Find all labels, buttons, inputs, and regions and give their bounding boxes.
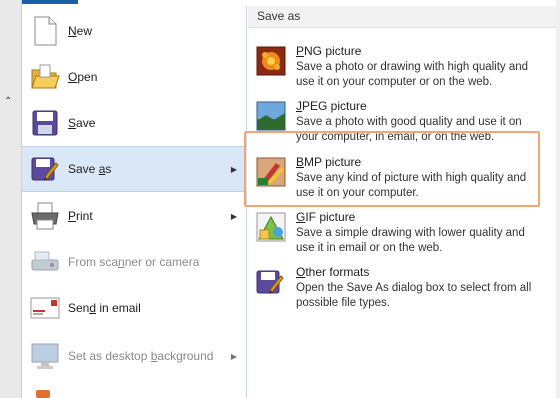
menu-item-label: Print	[68, 209, 93, 223]
option-other-formats[interactable]: Other formats Open the Save As dialog bo…	[248, 261, 556, 315]
option-title: Other formats	[296, 265, 370, 279]
option-title: PNG picture	[296, 44, 362, 58]
submenu-arrow-icon: ▶	[230, 164, 237, 174]
menu-item-save[interactable]: Save	[22, 100, 247, 146]
document-canvas-edge: ⌃	[0, 0, 22, 398]
menu-item-set-desktop-background: Set as desktop background ▶	[22, 333, 247, 379]
menu-item-label: Open	[68, 70, 98, 84]
save-disk-icon	[30, 108, 60, 138]
menu-item-label: Save	[68, 116, 96, 130]
option-bmp-picture[interactable]: BMP picture Save any kind of picture wit…	[248, 151, 556, 205]
option-description: Open the Save As dialog box to select fr…	[296, 282, 532, 309]
jpeg-picture-icon	[256, 101, 286, 131]
menu-item-save-as[interactable]: Save as ▶	[22, 146, 247, 192]
next-menu-item-icon-partial	[36, 390, 50, 398]
bmp-picture-icon	[256, 157, 286, 187]
open-folder-icon	[30, 62, 60, 92]
menu-item-label: Save as	[68, 162, 112, 176]
menu-item-label: New	[68, 24, 93, 38]
window-right-edge	[556, 0, 560, 398]
option-jpeg-picture[interactable]: JPEG picture Save a photo with good qual…	[248, 95, 556, 149]
menu-item-new[interactable]: New	[22, 8, 247, 54]
menu-item-print[interactable]: Print ▶	[22, 193, 247, 239]
menu-item-label: From scanner or camera	[68, 255, 200, 269]
cursor-caret-icon: ⌃	[4, 96, 13, 107]
submenu-arrow-icon: ▶	[230, 351, 237, 361]
submenu-arrow-icon: ▶	[230, 211, 237, 221]
option-png-picture[interactable]: PNG picture Save a photo or drawing with…	[248, 40, 556, 94]
option-description: Save any kind of picture with high quali…	[296, 172, 527, 199]
desktop-background-icon	[30, 341, 60, 371]
scanner-icon	[30, 247, 60, 277]
email-icon	[30, 293, 60, 323]
file-tab-indicator	[22, 0, 78, 4]
option-description: Save a photo or drawing with high qualit…	[296, 61, 529, 88]
png-picture-icon	[256, 46, 286, 76]
printer-icon	[30, 201, 60, 231]
menu-item-open[interactable]: Open	[22, 54, 247, 100]
option-description: Save a photo with good quality and use i…	[296, 116, 522, 143]
option-gif-picture[interactable]: GIF picture Save a simple drawing with l…	[248, 206, 556, 260]
new-document-icon	[30, 16, 60, 46]
menu-item-from-scanner: From scanner or camera	[22, 239, 247, 285]
option-title: GIF picture	[296, 210, 356, 224]
gif-picture-icon	[256, 212, 286, 242]
menu-item-label: Send in email	[68, 301, 141, 315]
menu-item-send-email[interactable]: Send in email	[22, 285, 247, 331]
option-description: Save a simple drawing with lower quality…	[296, 227, 525, 254]
save-as-submenu: Save as PNG picture Save a photo or draw…	[248, 6, 556, 398]
menu-item-label: Set as desktop background	[68, 349, 214, 363]
save-as-icon	[30, 154, 60, 184]
option-title: BMP picture	[296, 155, 362, 169]
other-formats-icon	[256, 267, 286, 297]
file-menu: New Open Save Save as ▶ Print ▶ From sca…	[22, 6, 247, 398]
submenu-header: Save as	[248, 6, 556, 28]
option-title: JPEG picture	[296, 99, 367, 113]
